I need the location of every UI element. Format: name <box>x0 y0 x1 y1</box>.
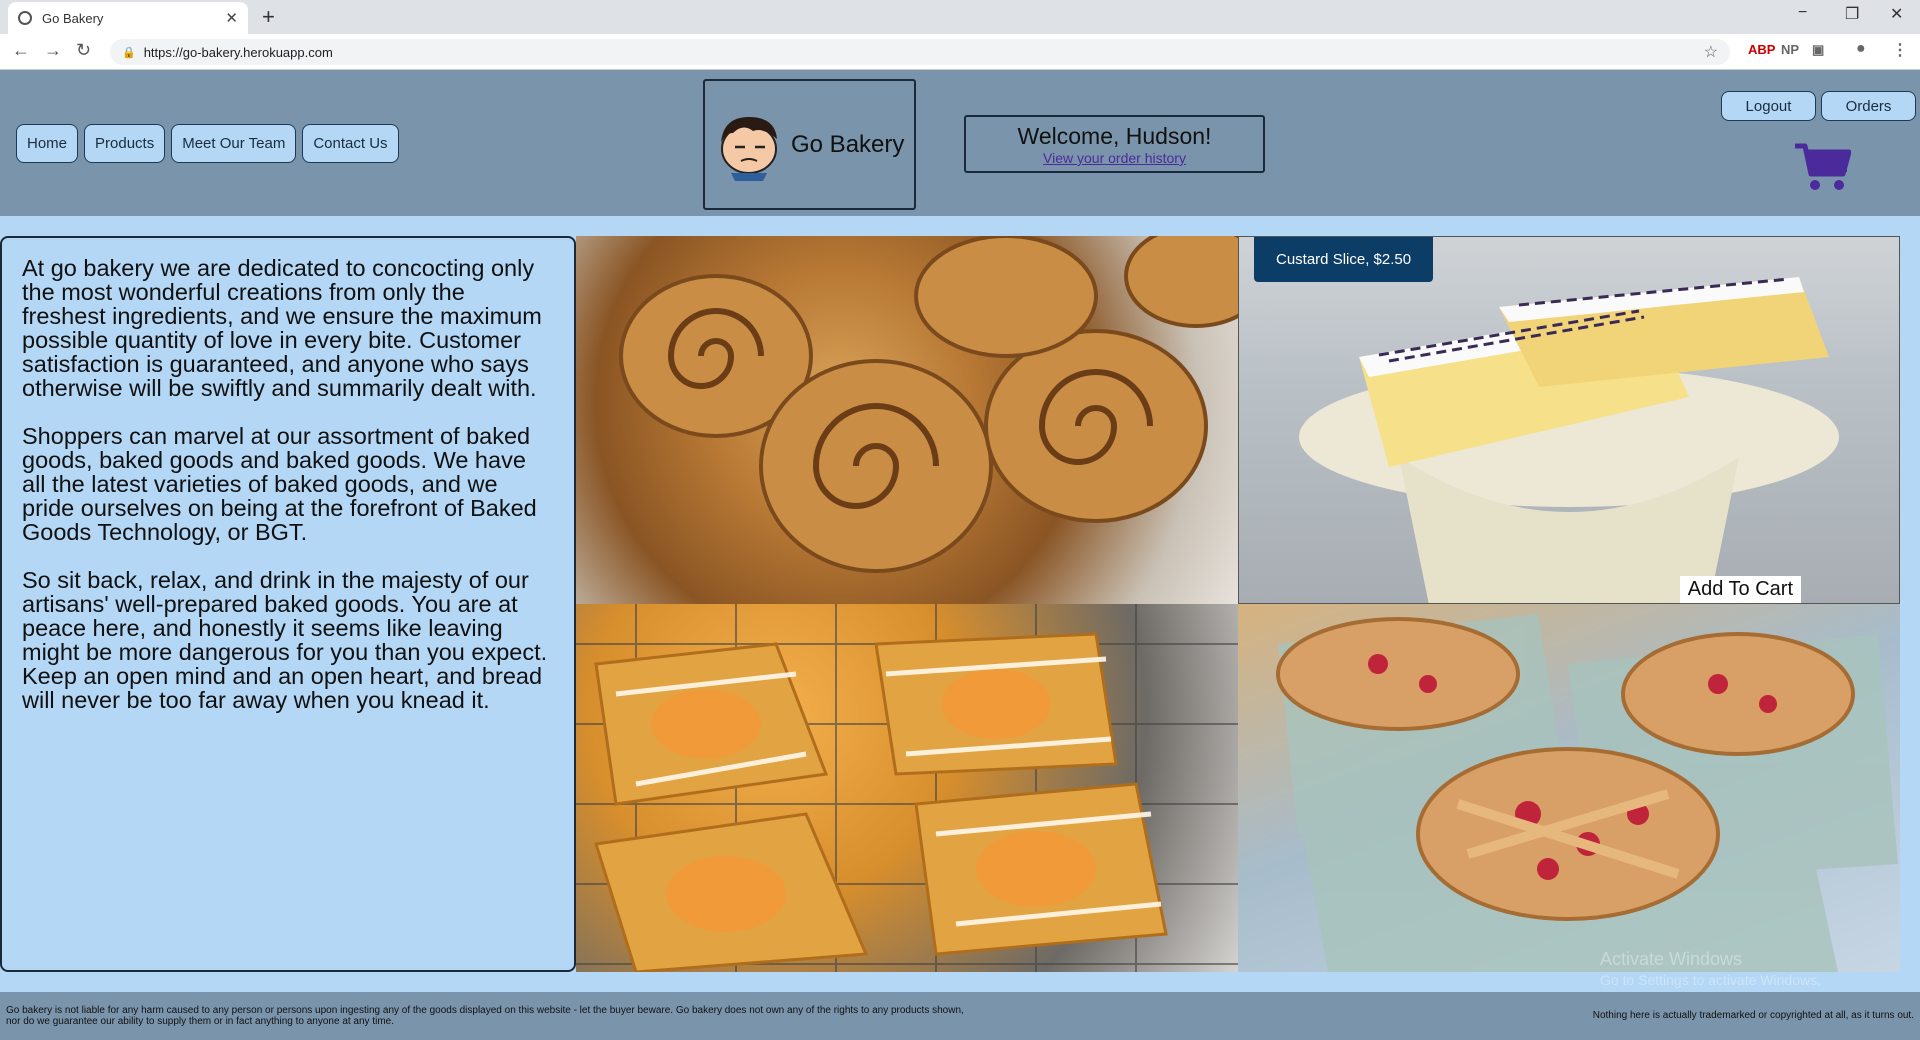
logout-button[interactable]: Logout <box>1721 91 1816 121</box>
site-header: Home Products Meet Our Team Contact Us G… <box>0 70 1920 216</box>
welcome-box: Welcome, Hudson! View your order history <box>964 115 1265 173</box>
add-to-cart-button[interactable]: Add To Cart <box>1679 576 1801 603</box>
restore-button[interactable]: ❐ <box>1845 4 1859 24</box>
close-tab-icon[interactable]: ✕ <box>225 9 238 27</box>
about-paragraph: So sit back, relax, and drink in the maj… <box>22 567 548 713</box>
star-icon[interactable]: ☆ <box>1704 42 1718 62</box>
windows-watermark-title: Activate Windows <box>1600 949 1743 969</box>
product-tile-custard-slice[interactable]: Custard Slice, $2.50 Add To Cart <box>1238 236 1900 604</box>
nav-home-button[interactable]: Home <box>16 124 79 163</box>
profile-icon[interactable]: ● <box>1856 40 1866 58</box>
close-window-button[interactable]: ✕ <box>1890 4 1903 24</box>
custard-slice-image <box>1299 277 1839 603</box>
cherry-pies-image <box>1276 614 1898 972</box>
address-bar: ← → ↻ 🔒 https://go-bakery.herokuapp.com … <box>0 34 1920 70</box>
nav-team-button[interactable]: Meet Our Team <box>171 124 297 163</box>
url-field[interactable]: 🔒 https://go-bakery.herokuapp.com ☆ <box>110 39 1730 65</box>
product-tile-cherry-pies[interactable] <box>1238 604 1900 972</box>
about-paragraph: At go bakery we are dedicated to concoct… <box>22 255 542 401</box>
forward-icon[interactable]: → <box>44 40 62 61</box>
extension-icon[interactable]: ▣ <box>1812 42 1824 58</box>
welcome-title: Welcome, Hudson! <box>1017 123 1212 149</box>
browser-tab-bar: Go Bakery ✕ + − ❐ ✕ <box>0 0 1920 34</box>
windows-watermark-subtitle: Go to Settings to activate Windows. <box>1600 972 1821 988</box>
url-text: https://go-bakery.herokuapp.com <box>143 44 333 60</box>
product-tile-danish[interactable] <box>576 604 1238 972</box>
baker-face-icon <box>721 116 777 181</box>
menu-icon[interactable]: ⋮ <box>1892 40 1908 60</box>
apricot-danish-image <box>576 604 1238 972</box>
nav-products-button[interactable]: Products <box>84 124 166 163</box>
about-paragraph: Shoppers can marvel at our assortment of… <box>22 423 537 545</box>
nav-contact-button[interactable]: Contact Us <box>302 124 399 163</box>
order-history-link[interactable]: View your order history <box>966 150 1263 166</box>
about-panel: At go bakery we are dedicated to concoct… <box>0 236 576 972</box>
footer-disclaimer: Go bakery is not liable for any harm cau… <box>6 1005 964 1027</box>
back-icon[interactable]: ← <box>12 40 30 61</box>
browser-tab[interactable]: Go Bakery ✕ <box>8 2 248 34</box>
new-tab-button[interactable]: + <box>262 4 275 30</box>
main-nav: Home Products Meet Our Team Contact Us <box>16 124 399 163</box>
np-extension-icon[interactable]: NP <box>1781 42 1799 57</box>
site-footer: Go bakery is not liable for any harm cau… <box>0 992 1920 1040</box>
product-tile-pinwheels[interactable] <box>576 236 1238 604</box>
reload-icon[interactable]: ↻ <box>76 40 91 61</box>
orders-button[interactable]: Orders <box>1821 91 1916 121</box>
site-logo[interactable]: Go Bakery <box>703 79 916 210</box>
tab-title: Go Bakery <box>42 10 104 26</box>
brand-name: Go Bakery <box>791 130 905 158</box>
pinwheel-pastries-image <box>619 236 1238 573</box>
adblock-icon[interactable]: ABP <box>1748 42 1775 57</box>
minimize-button[interactable]: − <box>1798 4 1807 22</box>
globe-icon <box>18 11 32 25</box>
product-caption: Custard Slice, $2.50 <box>1254 237 1434 282</box>
cart-icon[interactable] <box>1795 142 1851 192</box>
lock-icon: 🔒 <box>122 46 136 59</box>
footer-copyright: Nothing here is actually trademarked or … <box>1592 1010 1914 1021</box>
